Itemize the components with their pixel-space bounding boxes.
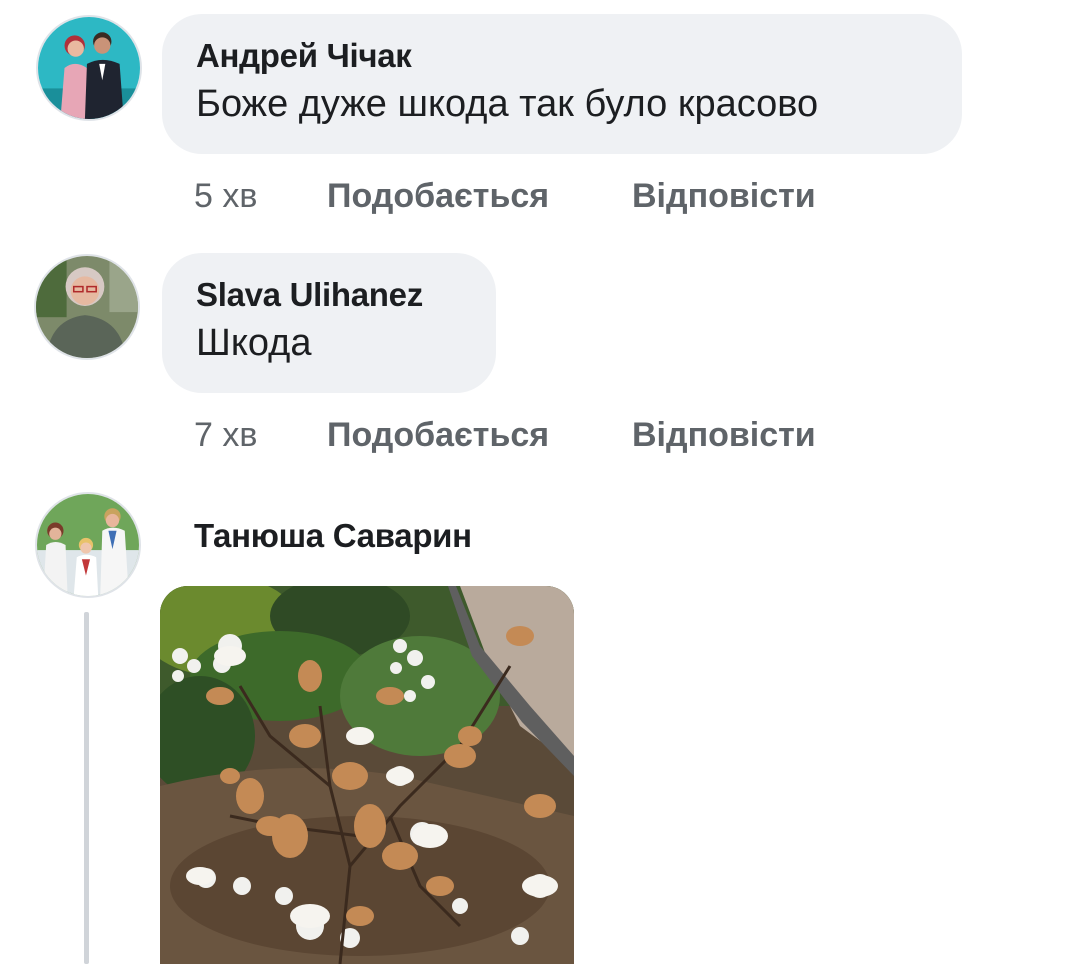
avatar[interactable] [34,254,140,360]
reply-button[interactable]: Відповісти [632,413,816,457]
avatar-photo-woman [36,256,138,358]
comment-author[interactable]: Slava Ulihanez [196,275,462,315]
comment-text: Шкода [196,322,312,364]
comment-bubble: Андрей Чічак Боже дуже шкода так було кр… [162,14,962,154]
comment-actions: 7 хв Подобається Відповісти [194,413,894,457]
avatar-photo-family [37,494,139,596]
avatar[interactable] [35,492,141,598]
comment-timestamp[interactable]: 5 хв [194,174,257,218]
comment-author[interactable]: Андрей Чічак [196,36,928,76]
comment-actions: 5 хв Подобається Відповісти [194,174,894,218]
avatar[interactable] [36,15,142,121]
comment-text: Боже дуже шкода так було красово [196,83,819,125]
comment-photo[interactable] [160,586,574,964]
thread-line [84,612,89,964]
magnolia-photo-image [160,586,574,964]
comment-timestamp[interactable]: 7 хв [194,413,257,457]
avatar-photo-couple [38,17,140,119]
comment-bubble: Slava Ulihanez Шкода [162,253,496,393]
reply-button[interactable]: Відповісти [632,174,816,218]
comment-author[interactable]: Танюша Саварин [194,516,472,556]
like-button[interactable]: Подобається [327,413,549,457]
like-button[interactable]: Подобається [327,174,549,218]
